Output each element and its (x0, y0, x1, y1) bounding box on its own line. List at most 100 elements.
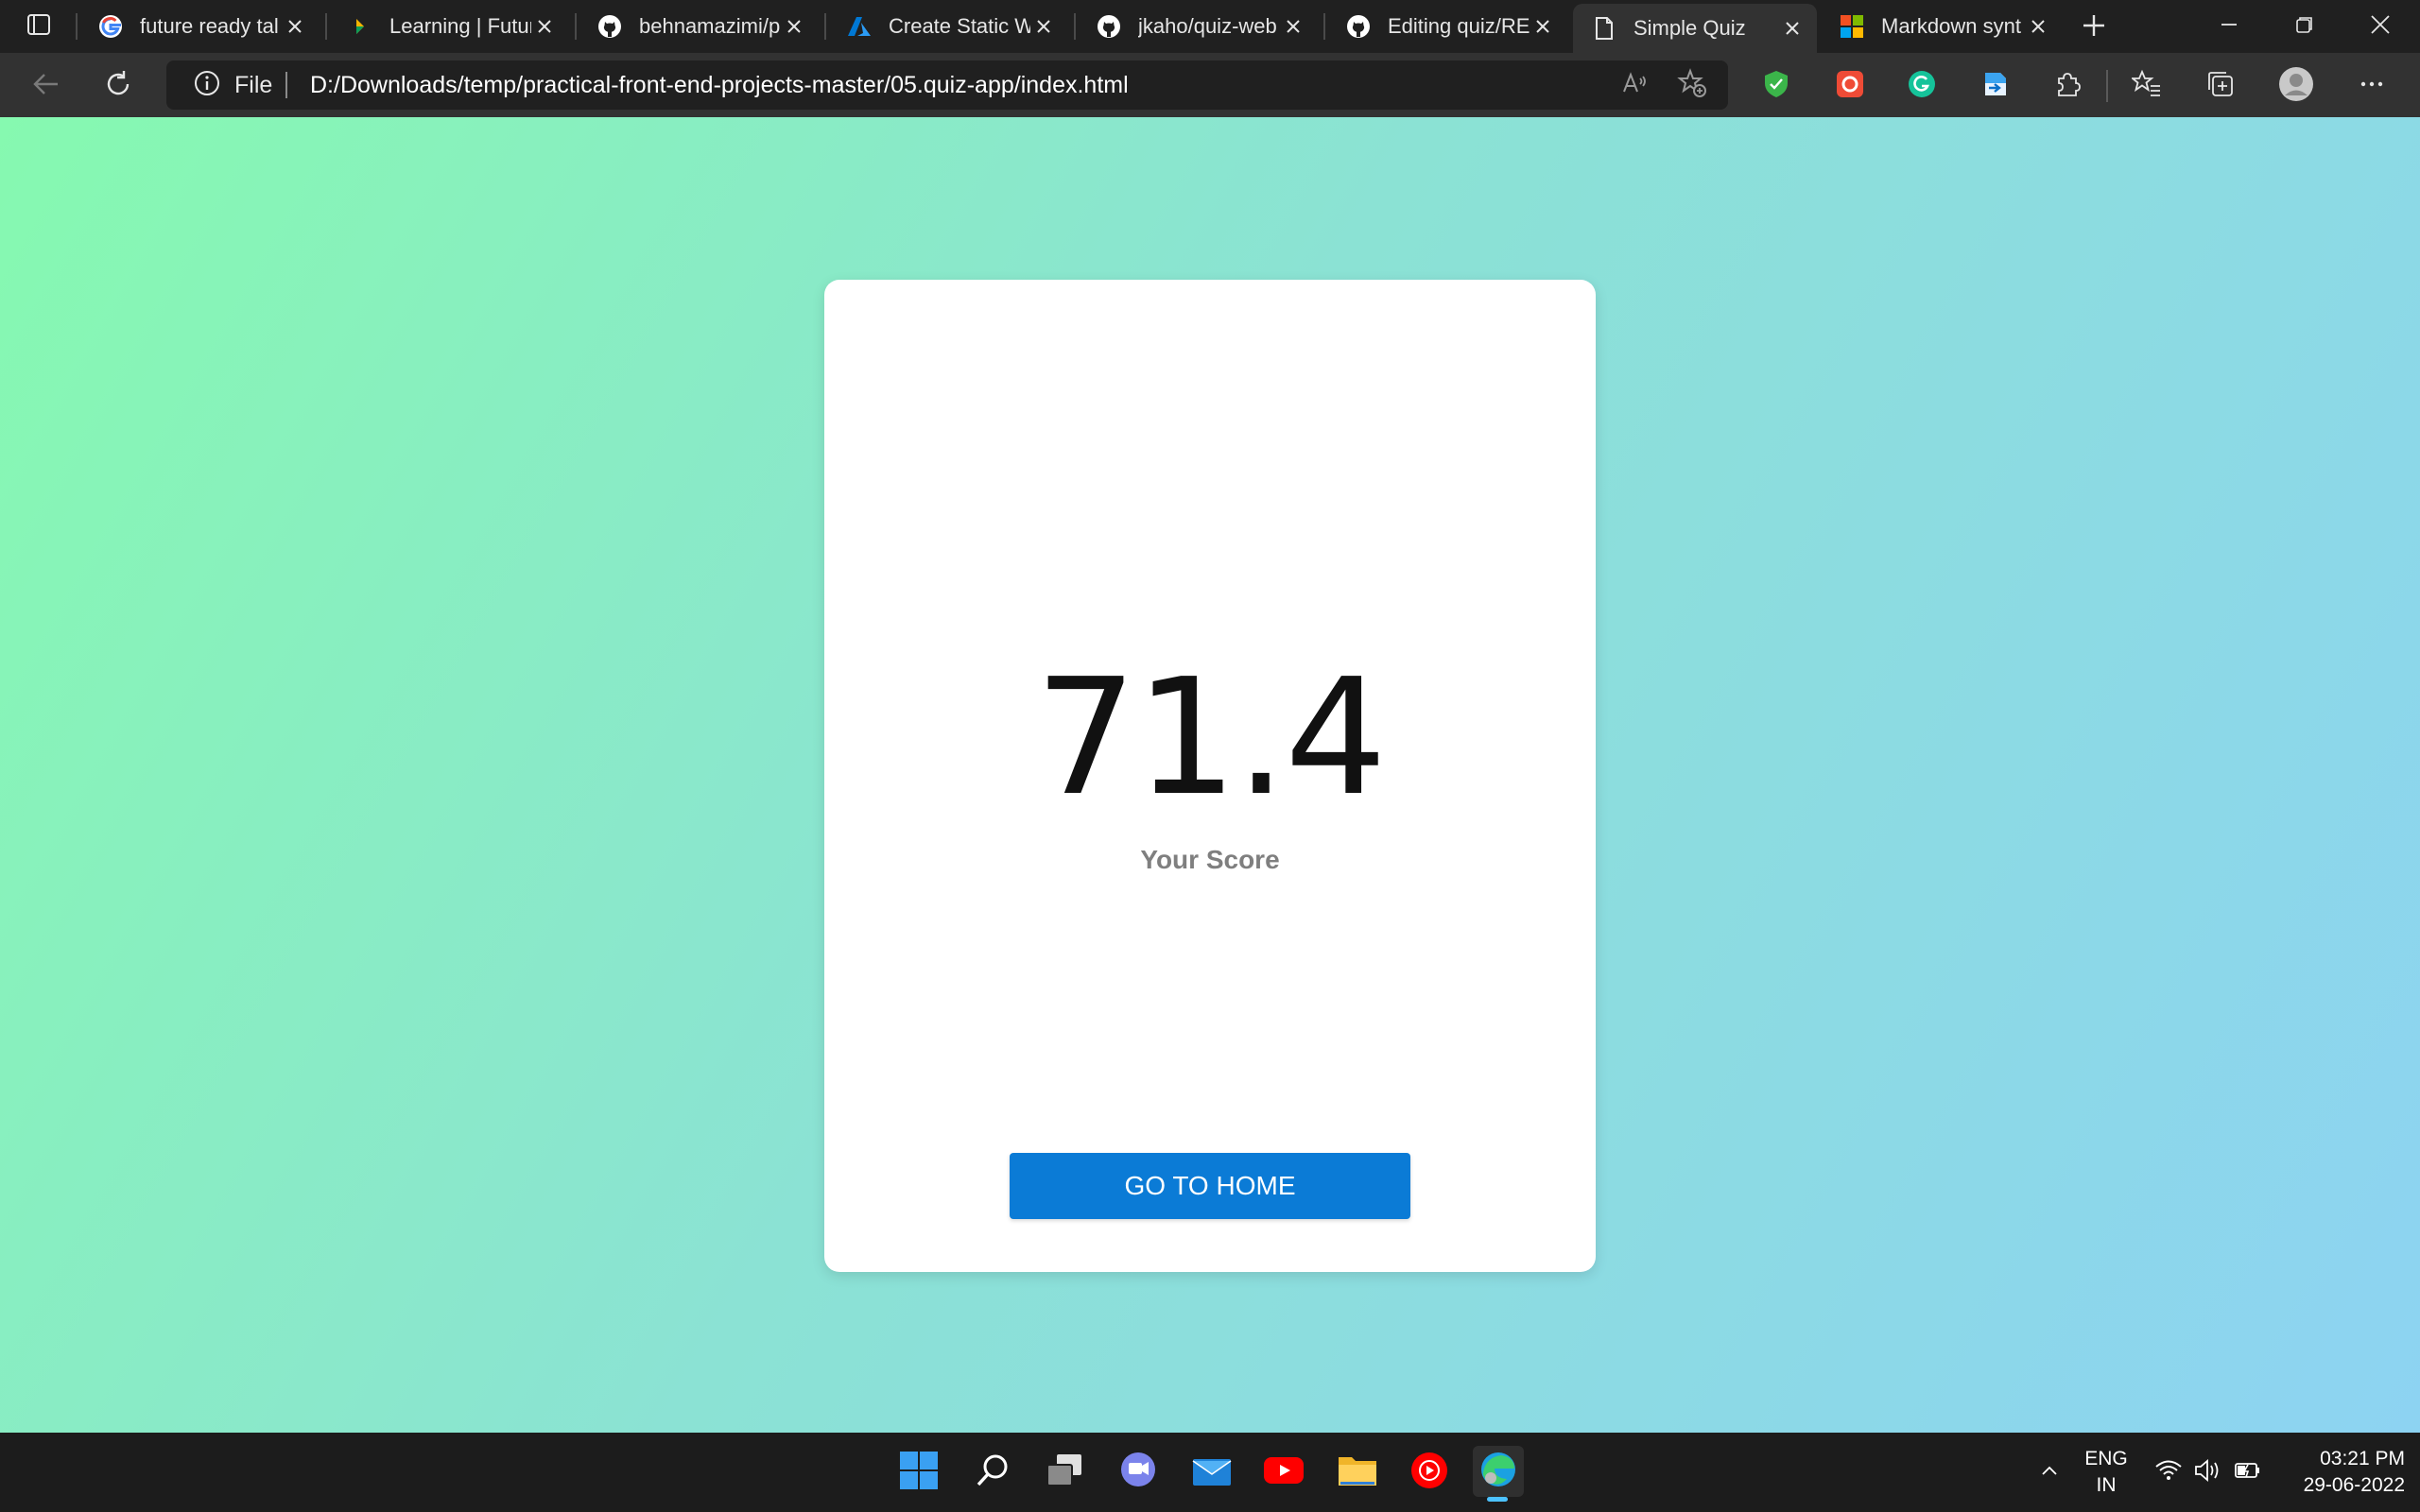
grammarly-extension-button[interactable] (1904, 68, 1940, 104)
region-code: IN (2096, 1474, 2117, 1496)
clock[interactable]: 03:21 PM 29-06-2022 (2263, 1446, 2405, 1499)
translate-extension-button[interactable] (1978, 68, 2014, 104)
close-icon[interactable] (1030, 13, 1057, 40)
restore-button[interactable] (2267, 0, 2342, 53)
search-icon (974, 1452, 1011, 1494)
quiz-page: 71.4 Your Score GO TO HOME (0, 117, 2420, 1433)
close-icon[interactable] (1530, 13, 1556, 40)
tab-future-ready[interactable]: future ready tal (79, 4, 320, 49)
shield-extension-button[interactable] (1758, 68, 1794, 104)
site-info-button[interactable]: File (193, 60, 272, 110)
battery-status[interactable] (2229, 1433, 2267, 1512)
github-icon (1344, 12, 1373, 41)
tab-separator (325, 13, 327, 40)
puzzle-icon (2053, 70, 2082, 103)
close-icon (2370, 14, 2391, 40)
opera-extension-button[interactable] (1832, 68, 1868, 104)
github-icon (596, 12, 624, 41)
mail-button[interactable] (1187, 1448, 1236, 1497)
battery-charging-icon (2234, 1459, 2262, 1486)
tab-markdown-syntax[interactable]: Markdown synt (1821, 4, 2063, 49)
input-language-indicator[interactable]: ENG IN (2076, 1446, 2136, 1499)
toolbar-separator (2106, 70, 2108, 102)
youtube-icon (1263, 1455, 1305, 1490)
collections-button[interactable] (2203, 68, 2238, 104)
language-code: ENG (2084, 1448, 2128, 1469)
edge-icon (1478, 1450, 1518, 1494)
address-bar[interactable]: File D:/Downloads/temp/practical-front-e… (166, 60, 1728, 110)
add-favorite-button[interactable] (1675, 67, 1709, 103)
star-add-icon (1677, 67, 1707, 103)
tab-simple-quiz[interactable]: Simple Quiz (1573, 4, 1817, 53)
tab-separator (1323, 13, 1325, 40)
google-icon (96, 12, 125, 41)
restore-icon (2295, 15, 2314, 39)
github-icon (1095, 12, 1123, 41)
tab-title: Learning | Futur (389, 14, 531, 38)
go-to-home-button[interactable]: GO TO HOME (1010, 1153, 1410, 1219)
tab-actions-button[interactable] (0, 0, 78, 53)
edge-browser-button[interactable] (1473, 1446, 1524, 1497)
time-text: 03:21 PM (2320, 1448, 2405, 1469)
volume-status[interactable] (2189, 1433, 2227, 1512)
extensions-button[interactable] (2049, 68, 2085, 104)
close-icon[interactable] (531, 13, 558, 40)
close-icon[interactable] (1779, 15, 1806, 42)
tab-title: Markdown synt (1881, 14, 2021, 38)
tab-behnamazimi[interactable]: behnamazimi/p (579, 4, 819, 49)
chevron-up-icon (2039, 1460, 2060, 1486)
mail-icon (1191, 1452, 1233, 1494)
scheme-label: File (234, 71, 273, 98)
close-icon[interactable] (1280, 13, 1306, 40)
chat-icon (1118, 1451, 1158, 1495)
tab-learning[interactable]: Learning | Futur (329, 4, 569, 49)
start-button[interactable] (894, 1448, 943, 1497)
close-icon[interactable] (282, 13, 308, 40)
score-label: Your Score (1140, 845, 1280, 874)
tab-title: behnamazimi/p (639, 14, 781, 38)
tab-jkaho-quiz[interactable]: jkaho/quiz-web (1078, 4, 1318, 49)
profile-button[interactable] (2278, 66, 2314, 104)
tab-title: Editing quiz/RE (1388, 14, 1530, 38)
favorites-button[interactable] (2129, 68, 2165, 104)
close-window-button[interactable] (2342, 0, 2418, 53)
folder-icon (1337, 1452, 1378, 1494)
tab-create-static[interactable]: Create Static W (828, 4, 1068, 49)
minimize-icon (2220, 15, 2238, 39)
new-tab-button[interactable] (2078, 11, 2110, 43)
plus-icon (2082, 13, 2106, 43)
refresh-button[interactable] (98, 66, 138, 106)
tab-separator (824, 13, 826, 40)
task-view-button[interactable] (1040, 1448, 1089, 1497)
url-text[interactable]: D:/Downloads/temp/practical-front-end-pr… (310, 60, 1129, 110)
red-circle-extension-icon (1836, 70, 1864, 103)
minimize-button[interactable] (2191, 0, 2267, 53)
close-icon[interactable] (2025, 13, 2051, 40)
settings-menu-button[interactable] (2354, 68, 2390, 104)
tab-title: jkaho/quiz-web (1138, 14, 1277, 38)
show-hidden-icons-button[interactable] (2032, 1433, 2066, 1512)
wifi-status[interactable] (2150, 1433, 2187, 1512)
back-button[interactable] (26, 66, 66, 106)
close-icon[interactable] (781, 13, 807, 40)
favorites-list-icon (2130, 69, 2162, 104)
teams-chat-button[interactable] (1114, 1448, 1163, 1497)
date-text: 29-06-2022 (2303, 1474, 2405, 1496)
windows-taskbar: ENG IN 03:21 PM 29-06-2022 (0, 1433, 2420, 1512)
search-button[interactable] (968, 1448, 1017, 1497)
more-options-icon (2358, 70, 2386, 103)
tab-separator (1074, 13, 1076, 40)
tab-strip: future ready tal Learning | Futur behnam… (0, 0, 2420, 53)
tab-editing-quiz[interactable]: Editing quiz/RE (1327, 4, 1567, 49)
task-view-icon (1044, 1452, 1085, 1494)
translate-arrow-icon (1981, 70, 2010, 103)
collections-icon (2205, 69, 2236, 104)
address-separator (285, 72, 287, 98)
file-explorer-button[interactable] (1333, 1448, 1382, 1497)
speaker-icon (2193, 1458, 2223, 1487)
youtube-music-button[interactable] (1405, 1448, 1454, 1497)
grammarly-icon (1908, 70, 1936, 103)
youtube-button[interactable] (1259, 1448, 1308, 1497)
read-aloud-button[interactable] (1618, 68, 1652, 102)
tab-separator (76, 13, 78, 40)
